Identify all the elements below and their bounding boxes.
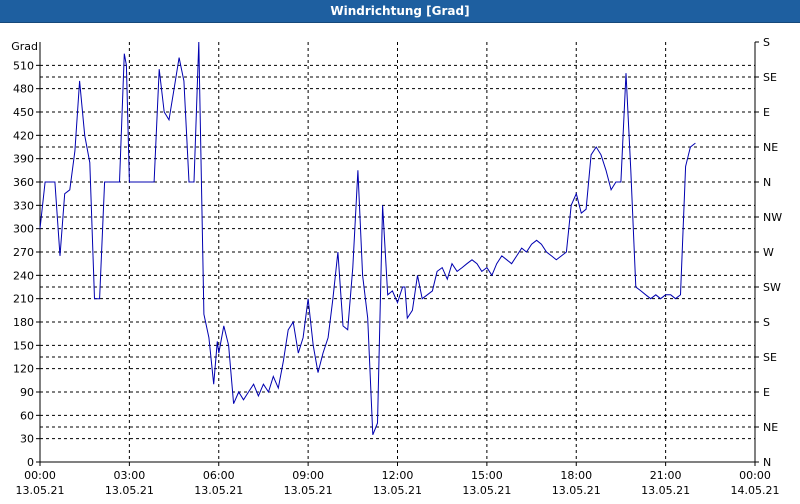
- x-tick-time: 21:00: [650, 469, 682, 482]
- y-tick-label: 270: [13, 246, 34, 259]
- title-bar: Windrichtung [Grad]: [0, 0, 800, 23]
- series: [39, 41, 696, 435]
- y-tick-label: 480: [13, 83, 34, 96]
- x-tick-date: 13.05.21: [194, 484, 243, 497]
- y-tick-label: 390: [13, 153, 34, 166]
- x-tick-time: 18:00: [560, 469, 592, 482]
- right-tick-label: NE: [763, 421, 778, 434]
- grid: [40, 42, 755, 462]
- y-axis-title: Grad: [11, 40, 38, 53]
- right-tick-label: SW: [763, 281, 781, 294]
- x-tick-date: 13.05.21: [641, 484, 690, 497]
- x-tick-date: 13.05.21: [16, 484, 65, 497]
- right-tick-label: S: [763, 36, 770, 49]
- right-axis-labels: N NE E SE S SW W NW N NE E SE S: [763, 36, 782, 469]
- right-tick-label: NW: [763, 211, 782, 224]
- y-tick-label: 420: [13, 129, 34, 142]
- x-tick-time: 00:00: [24, 469, 56, 482]
- y-tick-label: 180: [13, 316, 34, 329]
- chart-title: Windrichtung [Grad]: [330, 4, 470, 18]
- x-tick-date: 13.05.21: [462, 484, 511, 497]
- x-axis-labels: 00:00 13.05.21 03:00 13.05.21 06:00 13.05.21 0…: [16, 469, 780, 497]
- x-tick-date: 13.05.21: [552, 484, 601, 497]
- y-tick-label: 330: [13, 199, 34, 212]
- y-tick-label: 450: [13, 106, 34, 119]
- y-axis-labels: 0 30 60 90 120 150 180 210 240 270 300 330 360 390 420…: [13, 59, 34, 469]
- right-tick-label: N: [763, 176, 771, 189]
- x-tick-time: 12:00: [382, 469, 414, 482]
- y-tick-label: 510: [13, 59, 34, 72]
- x-tick-date: 13.05.21: [373, 484, 422, 497]
- right-tick-label: W: [763, 246, 774, 259]
- y-tick-label: 240: [13, 269, 34, 282]
- x-tick-time: 00:00: [739, 469, 771, 482]
- y-tick-label: 120: [13, 363, 34, 376]
- x-tick-date: 13.05.21: [284, 484, 333, 497]
- chart-area: 0 30 60 90 120 150 180 210 240 270 300 330 360 390 420…: [0, 23, 800, 500]
- series-line: [39, 41, 696, 435]
- y-tick-label: 0: [27, 456, 34, 469]
- right-tick-label: N: [763, 456, 771, 469]
- right-tick-label: S: [763, 316, 770, 329]
- y-tick-label: 90: [20, 386, 34, 399]
- x-tick-date: 14.05.21: [731, 484, 780, 497]
- wind-direction-chart: 0 30 60 90 120 150 180 210 240 270 300 330 360 390 420…: [11, 36, 782, 497]
- right-tick-label: SE: [763, 71, 777, 84]
- y-tick-label: 300: [13, 223, 34, 236]
- right-tick-label: NE: [763, 141, 778, 154]
- x-tick-time: 03:00: [114, 469, 146, 482]
- x-tick-time: 15:00: [471, 469, 503, 482]
- x-tick-time: 09:00: [292, 469, 324, 482]
- right-tick-label: E: [763, 106, 770, 119]
- right-tick-label: SE: [763, 351, 777, 364]
- y-tick-label: 360: [13, 176, 34, 189]
- y-tick-label: 210: [13, 293, 34, 306]
- x-tick-time: 06:00: [203, 469, 235, 482]
- y-tick-label: 150: [13, 339, 34, 352]
- y-tick-label: 30: [20, 433, 34, 446]
- x-tick-date: 13.05.21: [105, 484, 154, 497]
- y-tick-label: 60: [20, 409, 34, 422]
- right-tick-label: E: [763, 386, 770, 399]
